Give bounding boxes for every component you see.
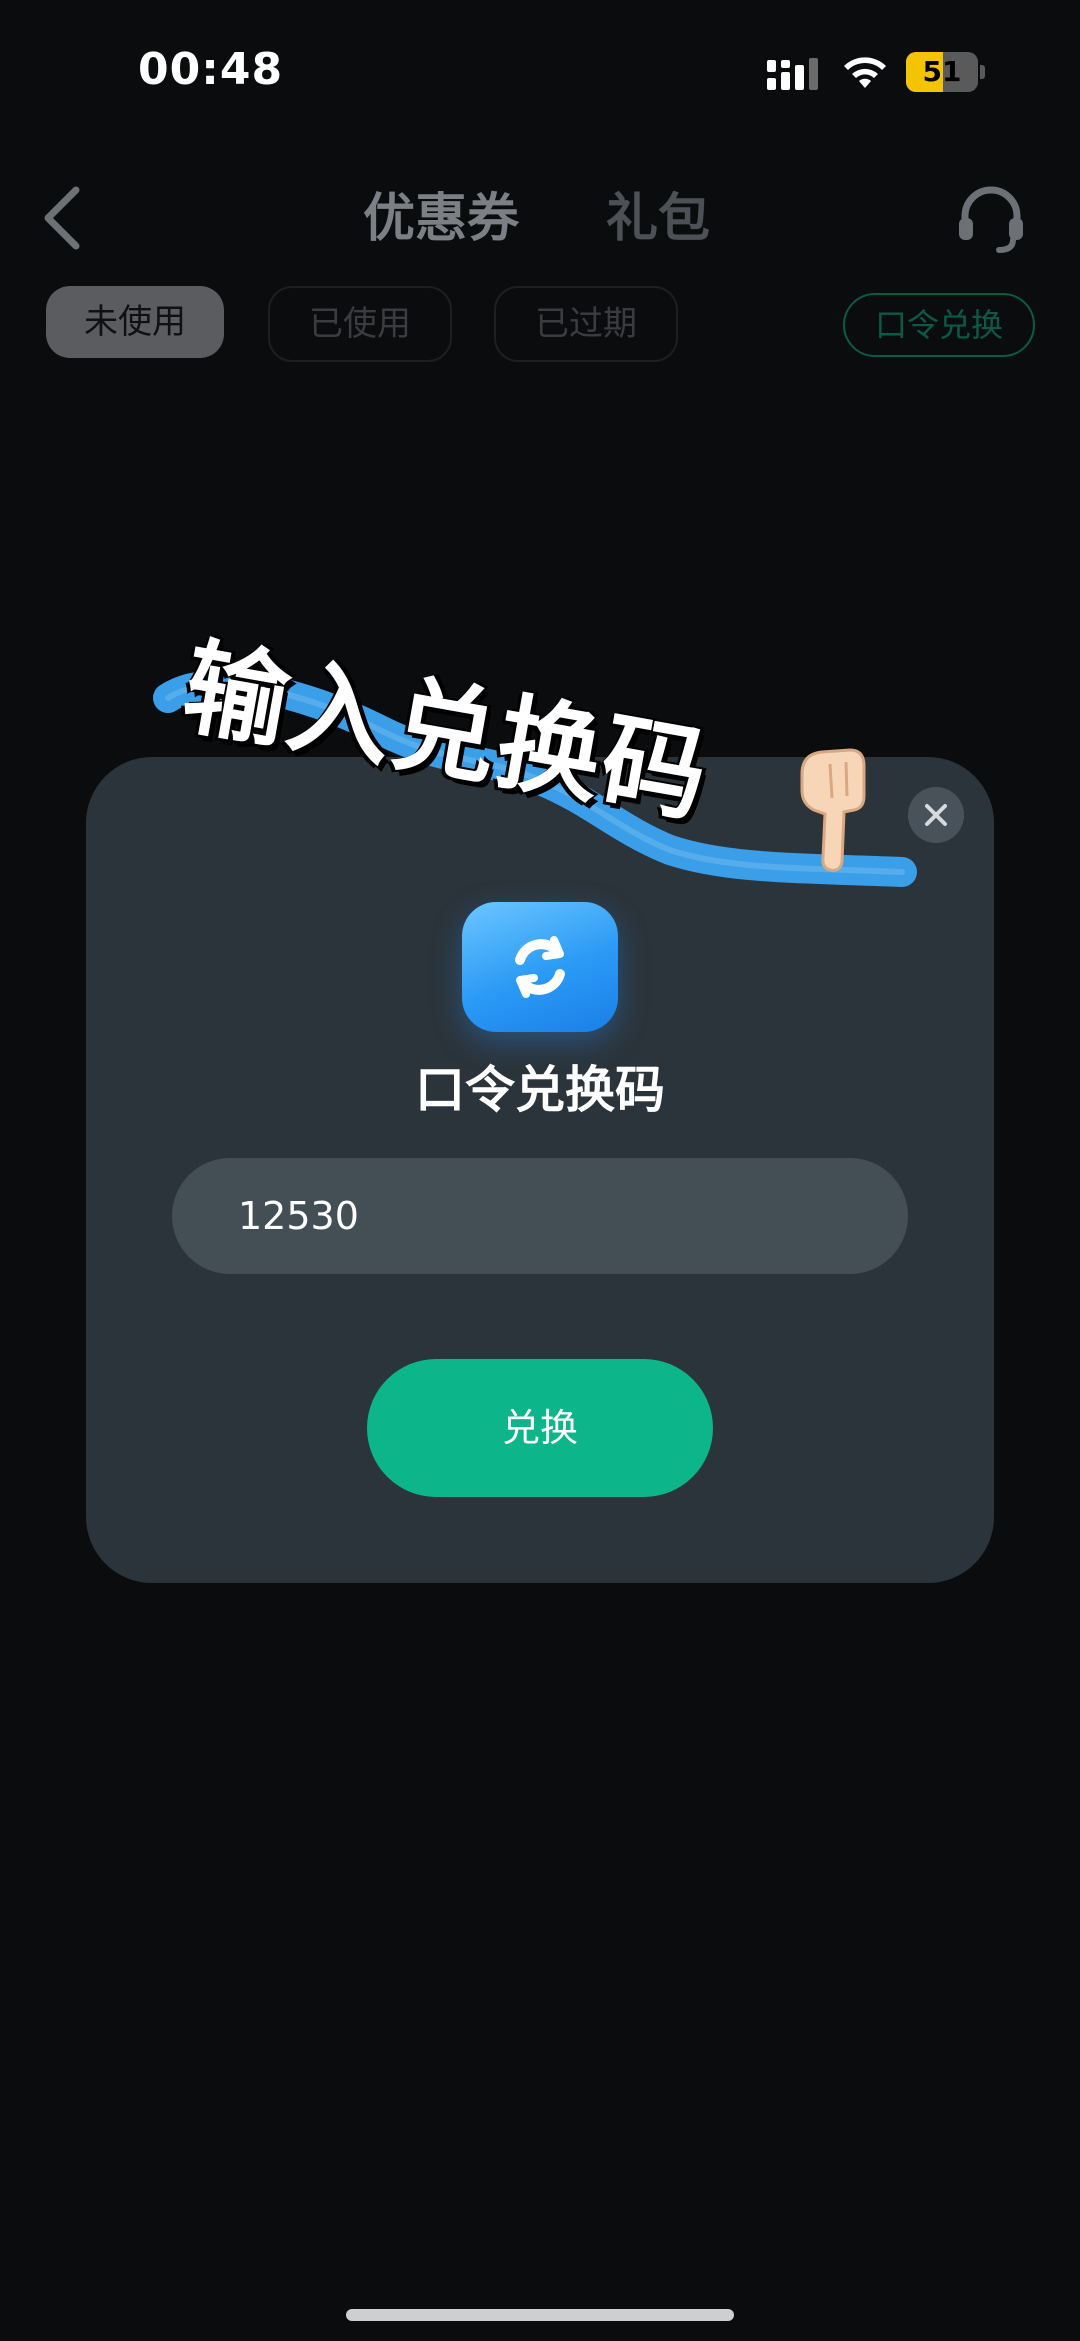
battery-level: 51 [922,55,962,88]
cellular-signal-icon [767,58,818,90]
close-icon[interactable] [908,787,964,843]
wifi-icon [844,57,886,88]
filter-unused[interactable]: 未使用 [46,286,224,358]
tab-coupons[interactable]: 优惠券 [363,186,519,252]
filter-expired[interactable]: 已过期 [494,286,678,362]
battery-indicator: 51 [906,52,986,92]
headset-icon[interactable] [955,182,1027,254]
status-time: 00:48 [138,44,284,95]
redeem-submit-button[interactable]: 兑换 [367,1359,713,1497]
home-indicator [346,2309,734,2321]
exchange-arrows-icon [515,936,565,998]
chevron-left-icon[interactable] [40,186,84,250]
redeem-code-input[interactable] [172,1158,908,1274]
pointing-finger-icon [800,748,866,872]
redeem-code-button[interactable]: 口令兑换 [843,293,1035,357]
battery-body: 51 [906,52,978,92]
tab-gift-packs[interactable]: 礼包 [606,186,710,252]
dialog-title: 口令兑换码 [415,1061,665,1119]
filter-used[interactable]: 已使用 [268,286,452,362]
battery-cap [980,65,985,79]
screen: 00:48 51 优惠券 礼包 未使用 已使用 已过期 口令兑换 输入兑换码 口… [0,0,1080,2341]
exchange-ticket-icon [462,902,618,1032]
